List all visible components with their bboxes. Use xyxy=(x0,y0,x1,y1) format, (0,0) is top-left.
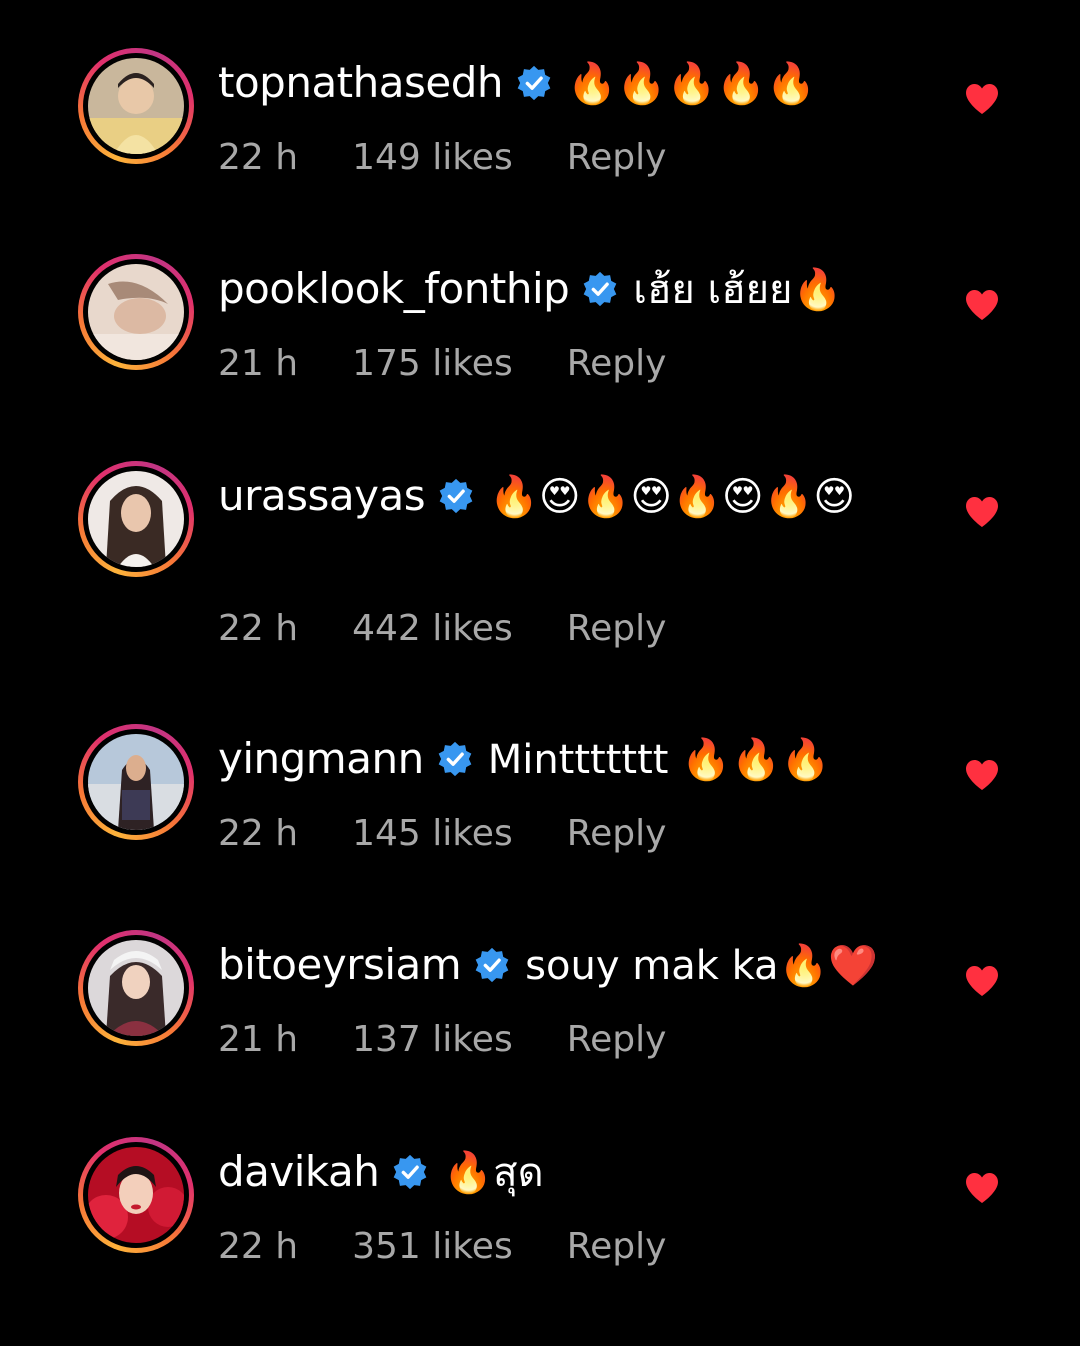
verified-badge-icon xyxy=(436,740,474,778)
avatar-image xyxy=(88,58,184,154)
comment-likes[interactable]: 442 likes xyxy=(352,607,513,651)
comment-username[interactable]: topnathasedh xyxy=(218,58,504,107)
comment-text: 🔥😍🔥😍🔥😍🔥😍 xyxy=(489,474,856,520)
comments-list: topnathasedh 🔥🔥🔥🔥🔥 22 h 149 likes Reply xyxy=(0,0,1080,1346)
avatar[interactable] xyxy=(78,930,194,1046)
like-heart-icon[interactable] xyxy=(964,1171,1000,1205)
reply-button[interactable]: Reply xyxy=(567,607,667,651)
comment-time: 21 h xyxy=(218,1019,299,1060)
reply-button[interactable]: Reply xyxy=(567,812,667,856)
comment-username[interactable]: bitoeyrsiam xyxy=(218,940,462,989)
avatar[interactable] xyxy=(78,724,194,840)
comment-username[interactable]: pooklook_fonthip xyxy=(218,264,570,313)
verified-badge-icon xyxy=(437,477,475,515)
avatar-image xyxy=(88,264,184,360)
avatar-image xyxy=(88,471,184,567)
verified-badge-icon xyxy=(515,64,553,102)
reply-button[interactable]: Reply xyxy=(567,1225,667,1269)
like-heart-icon[interactable] xyxy=(964,495,1000,529)
avatar-image xyxy=(88,734,184,830)
verified-badge-icon xyxy=(473,946,511,984)
comment-time: 22 h xyxy=(218,813,299,854)
avatar-image xyxy=(88,1147,184,1243)
reply-button[interactable]: Reply xyxy=(567,136,667,180)
comment-text: souy mak ka🔥❤️ xyxy=(525,943,879,989)
comment-text: เฮ้ย เฮ้ยย🔥 xyxy=(633,267,843,313)
avatar[interactable] xyxy=(78,48,194,164)
like-heart-icon[interactable] xyxy=(964,964,1000,998)
comment-time: 22 h xyxy=(218,1226,299,1267)
like-heart-icon[interactable] xyxy=(964,288,1000,322)
comment-likes[interactable]: 351 likes xyxy=(352,1225,513,1269)
like-heart-icon[interactable] xyxy=(964,82,1000,116)
like-heart-icon[interactable] xyxy=(964,758,1000,792)
comment-text: 🔥สุด xyxy=(443,1150,544,1196)
comment-likes[interactable]: 145 likes xyxy=(352,812,513,856)
comment-likes[interactable]: 137 likes xyxy=(352,1018,513,1062)
avatar[interactable] xyxy=(78,1137,194,1253)
verified-badge-icon xyxy=(581,270,619,308)
comment-likes[interactable]: 175 likes xyxy=(352,342,513,386)
comment-likes[interactable]: 149 likes xyxy=(352,136,513,180)
comment-time: 21 h xyxy=(218,343,299,384)
comment-time: 22 h xyxy=(218,137,299,178)
avatar[interactable] xyxy=(78,254,194,370)
reply-button[interactable]: Reply xyxy=(567,342,667,386)
comment-text: 🔥🔥🔥🔥🔥 xyxy=(567,61,817,107)
comment-username[interactable]: urassayas xyxy=(218,471,426,520)
comment-text: Minttttttt 🔥🔥🔥 xyxy=(487,737,831,783)
comment-username[interactable]: davikah xyxy=(218,1147,380,1196)
verified-badge-icon xyxy=(391,1153,429,1191)
comment-username[interactable]: yingmann xyxy=(218,734,424,783)
reply-button[interactable]: Reply xyxy=(567,1018,667,1062)
avatar-image xyxy=(88,940,184,1036)
avatar[interactable] xyxy=(78,461,194,577)
comment-time: 22 h xyxy=(218,608,299,649)
